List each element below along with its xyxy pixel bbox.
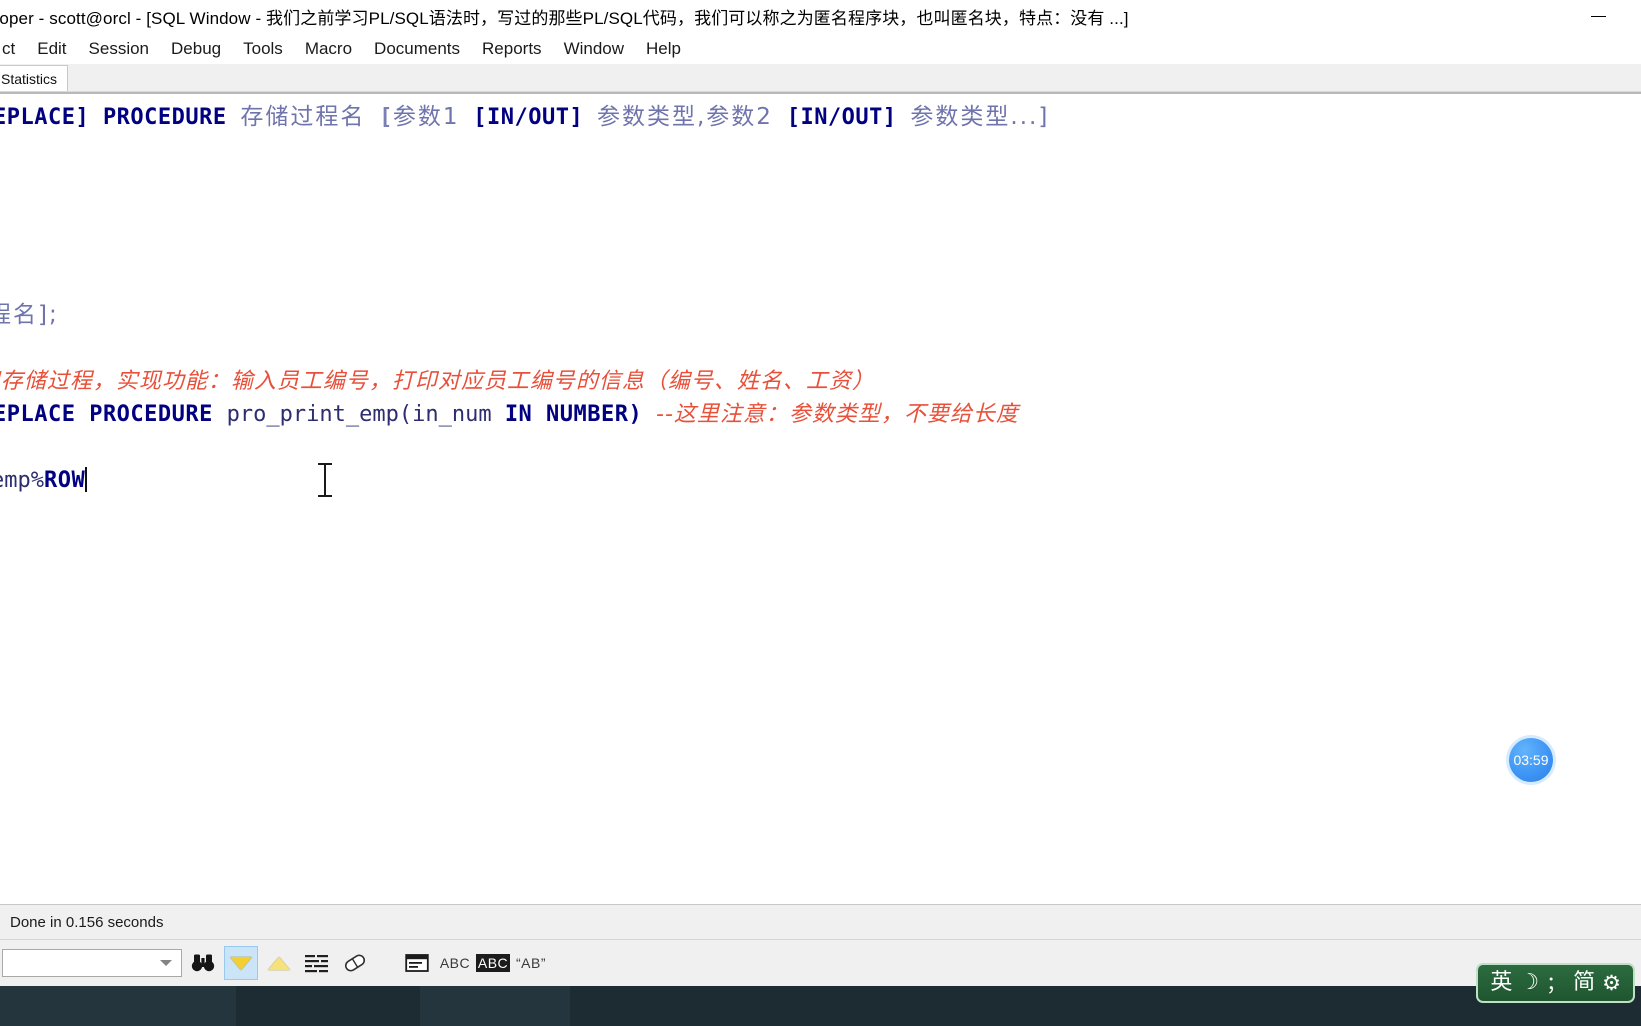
menu-item-documents[interactable]: Documents bbox=[363, 39, 471, 59]
code-segment: 参数1 bbox=[392, 104, 460, 130]
code-line[interactable] bbox=[0, 431, 1641, 464]
code-content[interactable]: OR REPLACE] PROCEDURE 存储过程名 [参数1 [IN/OUT… bbox=[0, 94, 1641, 497]
match-whole-word-label: ABC bbox=[439, 955, 471, 971]
text-caret bbox=[85, 467, 88, 492]
code-line[interactable]: - 调用存储过程，实现功能：输入员工编号，打印对应员工编号的信息（编号、姓名、工… bbox=[0, 365, 1641, 398]
triangle-up-icon bbox=[268, 956, 290, 970]
status-message: Done in 0.156 seconds bbox=[10, 913, 164, 931]
highlight-lines-icon bbox=[305, 955, 328, 973]
taskbar-segment-left bbox=[0, 986, 236, 1026]
find-previous-button[interactable] bbox=[262, 946, 296, 980]
code-line[interactable] bbox=[0, 266, 1641, 299]
taskbar-segment-mid bbox=[420, 986, 570, 1026]
find-toolbar: ABC ABC “AB” bbox=[0, 940, 1641, 986]
form-panel-icon bbox=[405, 954, 429, 972]
ime-punctuation-icon[interactable]: ； bbox=[1546, 973, 1566, 993]
code-line[interactable]: rec emp%ROW bbox=[0, 464, 1641, 497]
code-segment: OR REPLACE PROCEDURE bbox=[0, 402, 213, 427]
menu-item-debug[interactable]: Debug bbox=[160, 39, 232, 59]
code-segment: IN NUMBER) bbox=[504, 402, 657, 427]
menu-item-edit[interactable]: Edit bbox=[26, 39, 77, 59]
ime-indicator[interactable]: 英 ☽ ； 简 ⚙ bbox=[1476, 963, 1635, 1003]
code-line[interactable] bbox=[0, 134, 1641, 167]
clear-highlight-button[interactable] bbox=[338, 946, 372, 980]
ime-width-label[interactable]: 简 bbox=[1573, 972, 1595, 994]
code-segment: 储过程名]; bbox=[0, 302, 59, 328]
menu-bar: ct Edit Session Debug Tools Macro Docume… bbox=[0, 33, 1641, 64]
code-segment: - 调用存储过程，实现功能：输入员工编号，打印对应员工编号的信息（编号、姓名、工… bbox=[0, 369, 875, 394]
pl-sql-developer-window: eloper - scott@orcl - [SQL Window - 我们之前… bbox=[0, 0, 1641, 1026]
chevron-down-icon[interactable] bbox=[160, 960, 172, 966]
code-segment: [IN/OUT] bbox=[459, 105, 597, 130]
highlight-all-button[interactable] bbox=[300, 946, 334, 980]
sql-editor[interactable]: OR REPLACE] PROCEDURE 存储过程名 [参数1 [IN/OUT… bbox=[0, 92, 1641, 904]
minimize-button[interactable] bbox=[1575, 0, 1621, 33]
find-options-button[interactable] bbox=[400, 946, 434, 980]
ime-mode-label[interactable]: 英 bbox=[1490, 972, 1512, 994]
code-line[interactable] bbox=[0, 332, 1641, 365]
code-segment: 存储过程名 bbox=[240, 104, 366, 130]
eraser-icon bbox=[344, 954, 366, 972]
code-segment: rec emp% bbox=[0, 468, 44, 493]
ime-shape-icon[interactable]: ☽ bbox=[1519, 972, 1539, 994]
code-line[interactable]: 储过程名]; bbox=[0, 299, 1641, 332]
minimize-icon bbox=[1590, 15, 1606, 18]
code-line[interactable]: OR REPLACE] PROCEDURE 存储过程名 [参数1 [IN/OUT… bbox=[0, 101, 1641, 134]
menu-item-session[interactable]: Session bbox=[78, 39, 160, 59]
match-whole-word-button[interactable]: ABC bbox=[438, 946, 472, 980]
title-bar: eloper - scott@orcl - [SQL Window - 我们之前… bbox=[0, 0, 1641, 33]
menu-item-project[interactable]: ct bbox=[0, 39, 26, 59]
find-icon[interactable] bbox=[186, 946, 220, 980]
code-segment: pro_print_emp(in_num bbox=[226, 402, 505, 427]
code-line[interactable]: ON bbox=[0, 233, 1641, 266]
menu-item-help[interactable]: Help bbox=[635, 39, 692, 59]
tab-strip: Statistics bbox=[0, 64, 1641, 92]
code-segment: [ bbox=[365, 105, 393, 130]
match-case-button[interactable]: ABC bbox=[475, 946, 511, 980]
screen-recorder-timer[interactable]: 03:59 bbox=[1509, 738, 1553, 782]
code-segment: ROW bbox=[43, 468, 86, 493]
gear-icon[interactable]: ⚙ bbox=[1602, 972, 1621, 994]
match-case-label: ABC bbox=[475, 954, 511, 972]
menu-item-macro[interactable]: Macro bbox=[294, 39, 363, 59]
os-taskbar bbox=[0, 986, 1641, 1026]
triangle-down-icon bbox=[230, 956, 252, 970]
window-title: eloper - scott@orcl - [SQL Window - 我们之前… bbox=[0, 9, 1129, 28]
menu-item-tools[interactable]: Tools bbox=[232, 39, 294, 59]
code-line[interactable] bbox=[0, 167, 1641, 200]
menu-item-window[interactable]: Window bbox=[553, 39, 635, 59]
status-bar: Done in 0.156 seconds bbox=[0, 904, 1641, 940]
match-phrase-label: “AB” bbox=[516, 955, 546, 971]
code-line[interactable] bbox=[0, 200, 1641, 233]
search-input[interactable] bbox=[2, 949, 182, 977]
code-segment: 参数类型,参数2 bbox=[597, 104, 773, 130]
code-line[interactable]: OR REPLACE PROCEDURE pro_print_emp(in_nu… bbox=[0, 398, 1641, 431]
binoculars-icon bbox=[191, 954, 215, 972]
find-next-button[interactable] bbox=[224, 946, 258, 980]
code-segment: --这里注意：参数类型，不要给长度 bbox=[656, 402, 1019, 427]
tab-statistics[interactable]: Statistics bbox=[0, 65, 69, 91]
match-phrase-button[interactable]: “AB” bbox=[514, 946, 548, 980]
code-segment: [IN/OUT] bbox=[772, 105, 911, 130]
code-segment: OR REPLACE] PROCEDURE bbox=[0, 105, 227, 130]
code-segment: 参数类型...] bbox=[910, 104, 1050, 130]
menu-item-reports[interactable]: Reports bbox=[471, 39, 553, 59]
